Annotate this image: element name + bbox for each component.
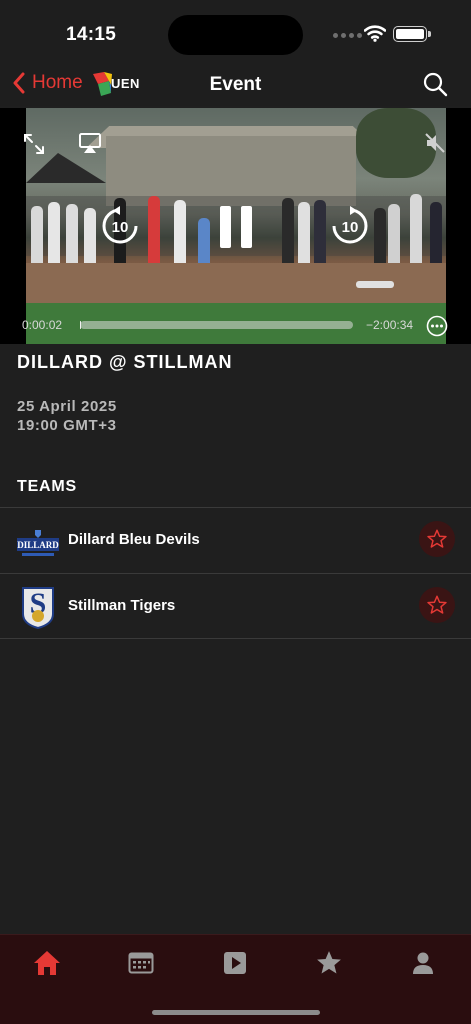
tab-profile[interactable] xyxy=(403,943,443,983)
wifi-icon xyxy=(364,25,386,42)
star-icon xyxy=(317,951,341,974)
event-date: 25 April 2025 xyxy=(17,398,117,415)
video-player[interactable]: 10 10 0:00:02 −2:00:34 xyxy=(0,108,471,344)
navigation-bar: Home UEN Event xyxy=(0,66,471,106)
calendar-icon xyxy=(128,952,154,974)
progress-bar[interactable] xyxy=(80,321,353,329)
event-title: DILLARD @ STILLMAN xyxy=(17,352,233,372)
home-icon xyxy=(34,951,60,975)
play-icon xyxy=(224,952,246,974)
logo-text: UEN xyxy=(111,76,140,91)
cellular-signal-icon xyxy=(333,33,362,38)
fullscreen-icon[interactable] xyxy=(22,132,46,156)
team-row-dillard[interactable]: DILLARD Dillard Bleu Devils xyxy=(0,507,471,573)
forward-10-icon[interactable]: 10 xyxy=(330,206,370,246)
elapsed-time: 0:00:02 xyxy=(22,318,63,332)
dillard-logo-text: DILLARD xyxy=(17,540,59,550)
status-time: 14:15 xyxy=(66,24,117,45)
tab-home[interactable] xyxy=(27,943,67,983)
more-options-icon[interactable] xyxy=(426,315,448,337)
airplay-icon[interactable] xyxy=(78,132,102,154)
team-name: Stillman Tigers xyxy=(68,597,176,614)
search-icon[interactable] xyxy=(422,71,448,97)
dynamic-island xyxy=(168,15,303,55)
chevron-left-icon xyxy=(13,72,25,94)
tab-videos[interactable] xyxy=(215,943,255,983)
event-time: 19:00 GMT+3 xyxy=(17,417,117,434)
status-bar: 14:15 xyxy=(0,0,471,66)
star-outline-icon xyxy=(427,529,447,548)
tab-schedule[interactable] xyxy=(121,943,161,983)
battery-icon xyxy=(393,26,431,42)
dillard-logo: DILLARD xyxy=(17,530,59,556)
team-row-stillman[interactable]: S Stillman Tigers xyxy=(0,573,471,639)
back-button[interactable]: Home xyxy=(12,72,83,94)
teams-heading: TEAMS xyxy=(17,478,77,495)
home-indicator xyxy=(152,1010,320,1015)
svg-text:10: 10 xyxy=(112,219,129,236)
stillman-logo: S xyxy=(22,587,54,630)
person-icon xyxy=(413,952,433,974)
star-outline-icon xyxy=(427,595,447,614)
svg-text:10: 10 xyxy=(342,219,359,236)
favorite-button[interactable] xyxy=(419,587,455,623)
rewind-10-icon[interactable]: 10 xyxy=(100,206,140,246)
remaining-time: −2:00:34 xyxy=(366,318,414,332)
back-label: Home xyxy=(32,72,83,93)
event-datetime: 25 April 2025 19:00 GMT+3 xyxy=(17,397,117,435)
tab-favorites[interactable] xyxy=(309,943,349,983)
team-name: Dillard Bleu Devils xyxy=(68,531,200,548)
mute-icon[interactable] xyxy=(424,132,446,154)
favorite-button[interactable] xyxy=(419,521,455,557)
pause-icon[interactable] xyxy=(218,204,254,250)
